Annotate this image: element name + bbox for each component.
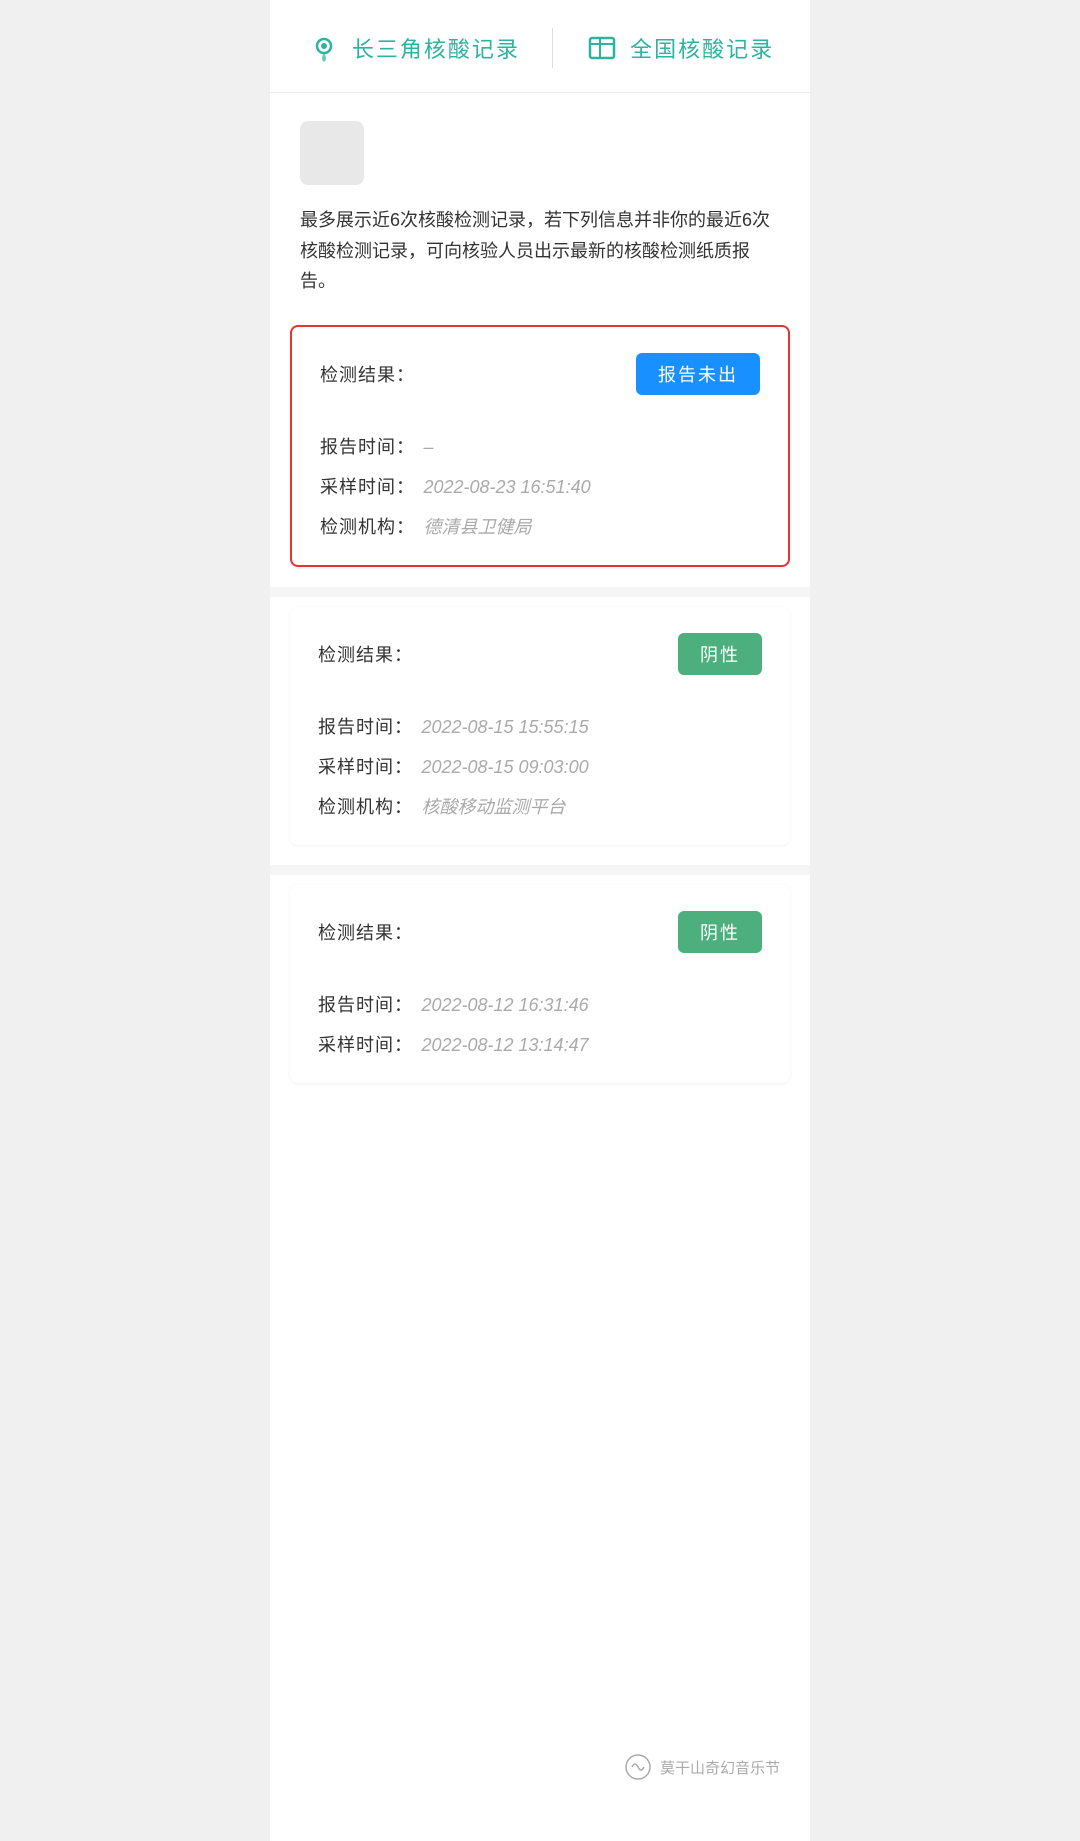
result-badge-3: 阴性: [678, 911, 762, 953]
report-time-value-3: 2022-08-12 16:31:46: [421, 995, 588, 1015]
watermark: 莫干山奇幻音乐节: [624, 1753, 780, 1781]
national-label: 全国核酸记录: [630, 32, 774, 64]
sample-time-value-2: 2022-08-15 09:03:00: [421, 757, 588, 777]
institution-row-2: 检测机构： 核酸移动监测平台: [318, 793, 762, 819]
result-label-1: 检测结果：: [320, 361, 415, 387]
result-badge-2: 阴性: [678, 633, 762, 675]
yangtze-delta-label: 长三角核酸记录: [352, 32, 520, 64]
avatar: [300, 121, 364, 185]
result-label-3: 检测结果：: [318, 919, 413, 945]
national-btn[interactable]: 全国核酸记录: [584, 30, 774, 66]
record-result-row-2: 检测结果： 阴性: [318, 633, 762, 675]
info-text: 最多展示近6次核酸检测记录，若下列信息并非你的最近6次核酸检测记录，可向核验人员…: [270, 205, 810, 325]
institution-value-1: 德清县卫健局: [423, 517, 531, 537]
sample-time-label-3: 采样时间：: [318, 1035, 413, 1055]
result-badge-1: 报告未出: [636, 353, 760, 395]
report-time-value-1: –: [423, 437, 433, 457]
result-label-2: 检测结果：: [318, 641, 413, 667]
sample-time-row-3: 采样时间： 2022-08-12 13:14:47: [318, 1031, 762, 1057]
report-time-label-1: 报告时间：: [320, 437, 415, 457]
report-time-row-3: 报告时间： 2022-08-12 16:31:46: [318, 991, 762, 1017]
yangtze-delta-icon: [306, 30, 342, 66]
record-card-3: 检测结果： 阴性 报告时间： 2022-08-12 16:31:46 采样时间：…: [290, 885, 790, 1083]
report-time-label-3: 报告时间：: [318, 995, 413, 1015]
sample-time-row-1: 采样时间： 2022-08-23 16:51:40: [320, 473, 760, 499]
watermark-icon: [624, 1753, 652, 1781]
sample-time-row-2: 采样时间： 2022-08-15 09:03:00: [318, 753, 762, 779]
report-time-row-1: 报告时间： –: [320, 433, 760, 459]
header-divider: [552, 28, 553, 68]
institution-label-2: 检测机构：: [318, 797, 413, 817]
user-section: [270, 93, 810, 205]
section-divider-1: [270, 587, 810, 597]
sample-time-label-2: 采样时间：: [318, 757, 413, 777]
institution-row-1: 检测机构： 德清县卫健局: [320, 513, 760, 539]
record-card-1: 检测结果： 报告未出 报告时间： – 采样时间： 2022-08-23 16:5…: [290, 325, 790, 567]
header: 长三角核酸记录 全国核酸记录: [270, 0, 810, 93]
watermark-text: 莫干山奇幻音乐节: [660, 1757, 780, 1778]
report-time-value-2: 2022-08-15 15:55:15: [421, 717, 588, 737]
sample-time-value-3: 2022-08-12 13:14:47: [421, 1035, 588, 1055]
report-time-label-2: 报告时间：: [318, 717, 413, 737]
phone-container: 长三角核酸记录 全国核酸记录 最多展示近6次核酸检测记录，若下列信息并非你的最近…: [270, 0, 810, 1841]
sample-time-value-1: 2022-08-23 16:51:40: [423, 477, 590, 497]
record-card-2: 检测结果： 阴性 报告时间： 2022-08-15 15:55:15 采样时间：…: [290, 607, 790, 845]
yangtze-delta-btn[interactable]: 长三角核酸记录: [306, 30, 520, 66]
record-result-row-1: 检测结果： 报告未出: [320, 353, 760, 395]
sample-time-label-1: 采样时间：: [320, 477, 415, 497]
institution-label-1: 检测机构：: [320, 517, 415, 537]
institution-value-2: 核酸移动监测平台: [421, 797, 565, 817]
report-time-row-2: 报告时间： 2022-08-15 15:55:15: [318, 713, 762, 739]
national-icon: [584, 30, 620, 66]
record-result-row-3: 检测结果： 阴性: [318, 911, 762, 953]
section-divider-2: [270, 865, 810, 875]
